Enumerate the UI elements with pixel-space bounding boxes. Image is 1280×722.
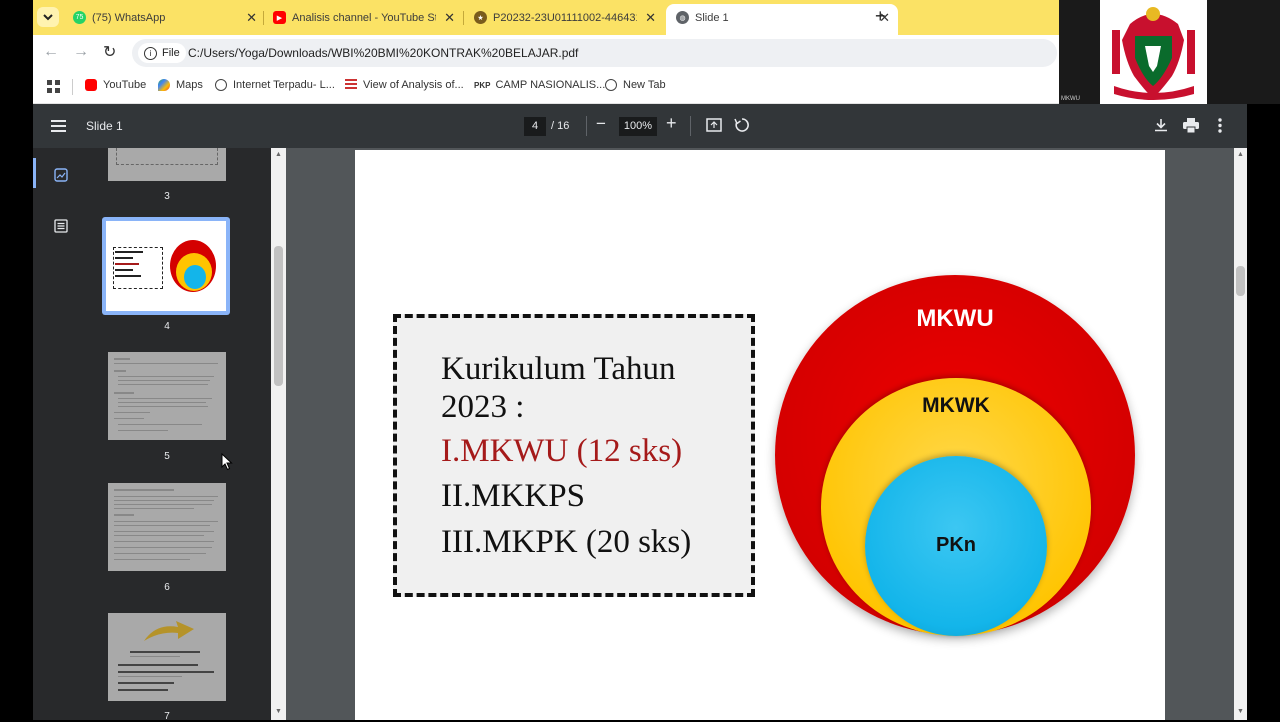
bookmark-label: View of Analysis of... [363,79,464,91]
info-icon: i [144,46,157,60]
curriculum-box: Kurikulum Tahun 2023 : I.MKWU (12 sks) I… [393,314,755,597]
list-item-mkpk: III.MKPK (20 sks) [441,524,692,560]
tab-search-button[interactable] [37,7,59,27]
outline-view-icon[interactable] [54,219,68,233]
youtube-icon: ▶ [273,11,286,24]
download-icon[interactable] [1154,118,1168,132]
menu-icon[interactable] [51,119,66,132]
thumbnail-page-4[interactable] [102,217,230,315]
list-item-mkwu: I.MKWU (12 sks) [441,433,683,469]
thumbnail-page-6[interactable] [108,483,226,571]
camera-label: MKWU [1061,96,1080,102]
pdf-page: Kurikulum Tahun 2023 : I.MKWU (12 sks) I… [355,150,1165,720]
tab-strip: 75 (75) WhatsApp ✕ ▶ Analisis channel - … [33,0,1059,35]
slide-heading: Kurikulum Tahun 2023 : [441,350,675,426]
sidebar-scrollbar[interactable]: ▲ ▼ [271,148,286,720]
bookmark-label: Maps [176,79,203,91]
thumbnail-number: 4 [164,321,170,332]
heading-line-2: 2023 : [441,389,525,425]
close-icon[interactable]: ✕ [246,10,257,26]
more-options-icon[interactable] [1218,118,1222,133]
thumbnail-number: 6 [164,582,170,593]
thumbnail-page-7[interactable] [108,613,226,701]
youtube-icon [85,79,97,91]
globe-icon [605,79,617,91]
main-scrollbar[interactable]: ▲ ▼ [1234,148,1247,720]
close-icon[interactable]: ✕ [645,10,656,26]
university-icon: ★ [474,11,487,24]
print-icon[interactable] [1183,118,1199,134]
heading-line-1: Kurikulum Tahun [441,351,676,387]
circle-pkn: PKn [865,456,1047,636]
bookmark-label: Internet Terpadu- L... [233,79,335,91]
thumbnail-sidebar: 3 4 5 6 7 [33,148,271,722]
tab-label: (75) WhatsApp [92,11,166,24]
thumbnails-view-icon[interactable] [54,168,68,182]
pdf-toolbar: Slide 1 4 / 16 − 100% + [33,104,1247,148]
apps-icon[interactable] [47,80,60,93]
address-text: C:/Users/Yoga/Downloads/WBI%20BMI%20KONT… [188,46,579,60]
list-item-mkkps: II.MKKPS [441,478,585,514]
tab-document[interactable]: ★ P20232-23U01111002-4464314 ✕ [474,6,656,29]
active-view-indicator [33,158,36,188]
zoom-out-button[interactable]: − [596,114,606,134]
back-button[interactable]: ← [43,43,59,61]
thumbnail-page-5[interactable] [108,352,226,440]
thumbnail-page-3[interactable] [108,148,226,181]
chevron-down-icon [43,14,53,21]
globe-icon [215,79,227,91]
pdf-title: Slide 1 [86,119,123,133]
bookmark-label: New Tab [623,79,666,91]
close-icon[interactable]: ✕ [444,10,455,26]
thumbnail-number: 3 [164,191,170,202]
zoom-input[interactable]: 100% [619,117,657,136]
bookmark-internet-terpadu[interactable]: Internet Terpadu- L... [215,79,335,91]
bookmark-view-analysis[interactable]: View of Analysis of... [345,79,464,91]
rotate-icon[interactable] [734,117,750,133]
tab-label: Slide 1 [695,11,729,24]
page-total: / 16 [551,120,570,132]
zoom-in-button[interactable]: + [666,113,677,134]
tab-youtube-studio[interactable]: ▶ Analisis channel - YouTube Stud ✕ [273,6,455,29]
circle-pkn-label: PKn [936,534,976,556]
fit-page-icon[interactable] [706,118,722,132]
address-chip-label: File [162,47,180,59]
maps-icon [158,79,170,91]
flag-icon [345,79,357,91]
bookmarks-bar: YouTube Maps Internet Terpadu- L... View… [33,71,1059,104]
mouse-cursor-icon [221,453,233,471]
whatsapp-icon: 75 [73,11,86,24]
tab-slide-1[interactable]: ◍ Slide 1 ✕ [666,4,898,35]
tab-whatsapp[interactable]: 75 (75) WhatsApp ✕ [73,6,257,29]
forward-button[interactable]: → [73,43,89,61]
bookmark-new-tab[interactable]: New Tab [605,79,666,91]
tab-label: Analisis channel - YouTube Stud [292,11,436,24]
site-info-chip[interactable]: i File [138,43,186,63]
circle-mkwk-label: MKWK [922,394,990,417]
browser-toolbar: ← → ↻ i File C:/Users/Yoga/Downloads/WBI… [33,35,1059,71]
bookmark-camp-nasionalis[interactable]: PKP CAMP NASIONALIS... [474,79,605,91]
reload-button[interactable]: ↻ [103,42,116,62]
thumbnail-number: 7 [164,711,170,722]
scrollbar-thumb[interactable] [1236,266,1245,296]
bookmark-label: YouTube [103,79,147,91]
address-bar[interactable]: i File C:/Users/Yoga/Downloads/WBI%20BMI… [132,39,1057,67]
tab-label: P20232-23U01111002-4464314 [493,11,637,24]
circle-mkwu-label: MKWU [916,305,994,332]
globe-icon: ◍ [676,11,689,24]
scrollbar-thumb[interactable] [274,246,283,386]
university-logo [1100,0,1207,104]
page-number-input[interactable]: 4 [524,117,546,136]
bookmark-label: CAMP NASIONALIS... [495,79,606,91]
pkp-icon: PKP [474,80,491,90]
new-tab-button[interactable]: + [875,6,886,27]
thumbnail-number: 5 [164,451,170,462]
bookmark-maps[interactable]: Maps [158,79,203,91]
bookmark-youtube[interactable]: YouTube [85,79,146,91]
